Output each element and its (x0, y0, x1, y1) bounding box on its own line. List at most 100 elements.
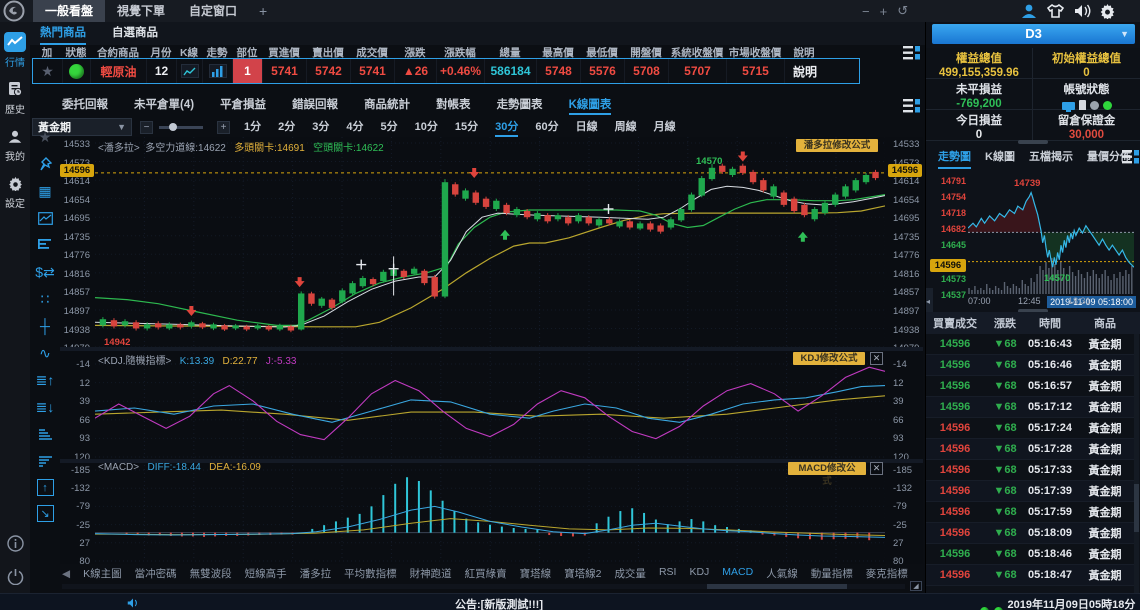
pandora-formula-button[interactable]: 潘多拉修改公式 (796, 139, 878, 152)
sidebar-item-行情[interactable]: 行情 (0, 32, 30, 69)
indicator-item[interactable]: 短線高手 (245, 566, 287, 581)
indicator-expand-icon[interactable]: ◢ (910, 581, 922, 591)
sidebar-item-歷史[interactable]: 歷史 (0, 79, 30, 116)
indicator-item[interactable]: 寶塔線2 (564, 566, 601, 581)
window-tab[interactable]: 一般看盤 (33, 0, 105, 22)
indicator-item[interactable]: RSI (659, 566, 677, 581)
timeframe-tab[interactable]: 1分 (244, 118, 261, 137)
timeframe-tab[interactable]: 4分 (346, 118, 363, 137)
export-down-icon[interactable]: ↘ (37, 505, 54, 522)
timeframe-tab[interactable]: 15分 (455, 118, 478, 137)
zoom-out-button[interactable]: − (140, 121, 153, 134)
quote-column-header[interactable]: 總量 (484, 45, 536, 58)
trade-row[interactable]: 14596▼6805:17:24黃金期 (926, 418, 1136, 439)
chart-icon[interactable] (36, 209, 54, 227)
info-icon[interactable] (7, 535, 24, 552)
quote-columns-menu-icon[interactable] (903, 46, 920, 60)
timeframe-tab[interactable]: 月線 (654, 118, 676, 137)
quote-column-header[interactable]: 狀態 (62, 45, 90, 58)
window-tab[interactable]: 視覺下單 (105, 0, 177, 22)
quote-column-header[interactable]: 說明 (784, 45, 824, 58)
timeframe-tab[interactable]: 周線 (615, 118, 637, 137)
trade-row[interactable]: 14596▼6805:17:33黃金期 (926, 460, 1136, 481)
macd-close-icon[interactable]: ✕ (870, 462, 883, 475)
panel-resize-handle[interactable] (1018, 140, 1048, 144)
trade-row[interactable]: 14596▼6805:16:46黃金期 (926, 355, 1136, 376)
workspace-tab[interactable]: 對帳表 (436, 96, 471, 115)
indicator-list-icon[interactable] (36, 236, 54, 254)
quote-column-header[interactable]: 最低價 (580, 45, 624, 58)
trade-row[interactable]: 14596▼6805:17:59黃金期 (926, 502, 1136, 523)
market-tab[interactable]: 自選商品 (112, 22, 158, 45)
gear-icon[interactable] (1099, 3, 1116, 19)
workspace-tab[interactable]: 委托回報 (62, 96, 108, 115)
grid-icon[interactable]: ▦ (36, 182, 54, 200)
depth-alt-icon[interactable] (36, 452, 54, 470)
intraday-mini-chart[interactable]: 14791147541471814682146451457314537 1459… (926, 170, 1140, 312)
zoom-slider-knob[interactable] (169, 123, 177, 131)
workspace-tab[interactable]: 錯誤回報 (292, 96, 338, 115)
indicator-item[interactable]: 人氣線 (766, 566, 798, 581)
currency-exchange-icon[interactable]: $⇄ (36, 263, 54, 281)
favorite-star-icon[interactable]: ★ (41, 63, 54, 80)
mini-chart-tab[interactable]: 五檔揭示 (1029, 148, 1073, 169)
depth-icon[interactable] (36, 425, 54, 443)
wave-icon[interactable]: ∿ (36, 344, 54, 362)
trades-scrollbar[interactable] (1134, 334, 1139, 596)
timeframe-tab[interactable]: 10分 (415, 118, 438, 137)
quote-column-header[interactable]: 系統收盤價 (668, 45, 726, 58)
trade-row[interactable]: 14596▼6805:17:39黃金期 (926, 481, 1136, 502)
trade-row[interactable]: 14596▼6805:18:09黃金期 (926, 523, 1136, 544)
kdj-formula-button[interactable]: KDJ修改公式 (793, 352, 865, 365)
indicator-item[interactable]: 成交量 (614, 566, 646, 581)
announcement-speaker-icon[interactable] (126, 597, 140, 609)
indicator-item[interactable]: MACD (722, 566, 753, 581)
mini-chart-tab[interactable]: 走勢圖 (938, 148, 971, 169)
mini-tabs-menu-icon[interactable] (1122, 150, 1139, 164)
indicator-scrollbar-thumb[interactable] (707, 584, 847, 589)
sort-down-icon[interactable]: ≣↓ (36, 398, 54, 416)
trades-column-header[interactable]: 漲跌 (984, 315, 1026, 331)
market-tab[interactable]: 熱門商品 (40, 22, 86, 45)
quote-column-header[interactable]: 月份 (146, 45, 176, 58)
indicator-item[interactable]: 寶塔線 (520, 566, 552, 581)
matrix-icon[interactable]: ∷ (36, 290, 54, 308)
power-icon[interactable] (7, 568, 24, 585)
window-control-button[interactable]: − (862, 4, 870, 19)
quote-column-header[interactable]: 最高價 (536, 45, 580, 58)
trade-row[interactable]: 14596▼6805:17:28黃金期 (926, 439, 1136, 460)
indicator-item[interactable]: 當冲密碼 (135, 566, 177, 581)
pin-icon[interactable] (36, 155, 54, 173)
quote-column-header[interactable]: 部位 (232, 45, 262, 58)
quote-column-header[interactable]: 合約商品 (90, 45, 146, 58)
trades-scrollbar-thumb[interactable] (1134, 484, 1139, 532)
timeframe-tab[interactable]: 30分 (495, 118, 518, 137)
trade-row[interactable]: 14596▼6805:16:43黃金期 (926, 334, 1136, 355)
sort-up-icon[interactable]: ≣↑ (36, 371, 54, 389)
indicator-item[interactable]: 動量指標 (811, 566, 853, 581)
indicator-item[interactable]: K線主圖 (83, 566, 122, 581)
workspace-tab[interactable]: 走勢圖表 (497, 96, 543, 115)
kline-mini-icon[interactable] (181, 64, 199, 78)
export-up-icon[interactable]: ↑ (37, 479, 54, 496)
quote-column-header[interactable]: 走勢 (202, 45, 232, 58)
trade-row[interactable]: 14596▼6805:17:12黃金期 (926, 397, 1136, 418)
indicator-item[interactable]: 財神跑道 (410, 566, 452, 581)
workspace-tab[interactable]: K線圖表 (569, 96, 612, 115)
quote-column-header[interactable]: K線 (176, 45, 202, 58)
trades-column-header[interactable]: 時間 (1026, 315, 1074, 331)
crosshair-icon[interactable]: ┼ (36, 317, 54, 335)
speaker-icon[interactable] (1073, 3, 1091, 19)
indicator-item[interactable]: 潘多拉 (300, 566, 332, 581)
note-link[interactable]: 說明 (785, 59, 825, 83)
zoom-slider[interactable] (159, 126, 203, 129)
sidebar-item-我的[interactable]: 我的 (0, 126, 30, 163)
workspace-menu-icon[interactable] (903, 99, 920, 113)
trade-row[interactable]: 14596▼6805:18:47黃金期 (926, 565, 1136, 586)
window-control-button[interactable]: ↺ (897, 3, 908, 19)
indicator-scroll-left-icon[interactable]: ◀ (62, 568, 70, 580)
quote-column-header[interactable]: 成交價 (350, 45, 394, 58)
sidebar-item-設定[interactable]: 設定 (0, 173, 30, 210)
workspace-tab[interactable]: 商品統計 (364, 96, 410, 115)
workspace-tab[interactable]: 未平倉單(4) (134, 96, 194, 115)
